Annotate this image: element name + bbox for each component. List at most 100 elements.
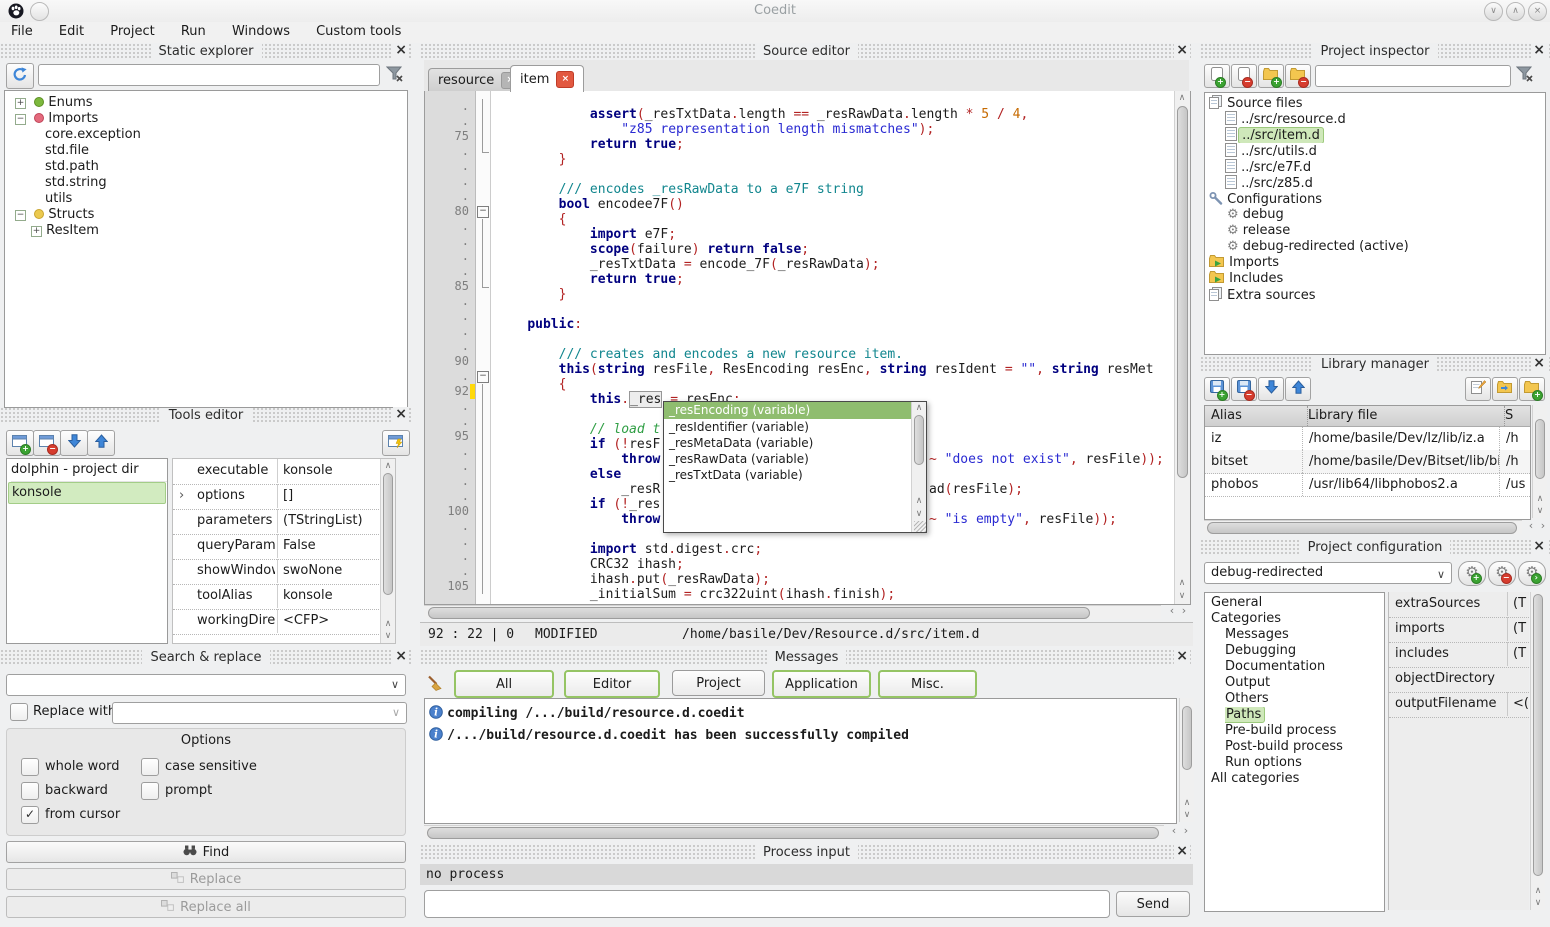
tree-item-configurations[interactable]: Configurations — [1209, 191, 1545, 207]
tree-item-structs[interactable]: − Structs — [15, 207, 407, 223]
remove-configuration-button[interactable]: ⚙− — [1488, 561, 1516, 586]
expand-icon[interactable]: + — [31, 226, 42, 237]
completion-item[interactable]: _resMetaData (variable) — [664, 435, 911, 451]
category-documentation[interactable]: Documentation — [1225, 659, 1384, 675]
close-panel-icon[interactable]: × — [1174, 43, 1190, 58]
run-tool-button[interactable] — [382, 430, 410, 456]
close-panel-icon[interactable]: × — [1174, 844, 1190, 859]
move-library-up-button[interactable] — [1285, 377, 1311, 401]
menu-run[interactable]: Run — [170, 22, 217, 39]
close-panel-icon[interactable]: × — [1531, 43, 1547, 58]
minimize-icon[interactable]: ∨ — [1484, 2, 1503, 21]
editor-hscrollbar[interactable] — [424, 605, 1161, 619]
search-term-combobox[interactable]: ∨ — [6, 674, 406, 696]
menu-file[interactable]: File — [0, 22, 44, 39]
tree-item-file[interactable]: ../src/z85.d — [1225, 175, 1545, 191]
message-row[interactable]: i /.../build/resource.d.coedit has been … — [429, 725, 909, 747]
find-button[interactable]: Find — [6, 841, 406, 863]
inspector-filter-input[interactable] — [1315, 65, 1511, 87]
scroll-thumb[interactable] — [383, 473, 393, 595]
completion-item[interactable]: _resRawData (variable) — [664, 451, 911, 467]
prop-row[interactable]: parameters(TStringList) — [173, 509, 395, 535]
symbol-filter-input[interactable] — [38, 64, 380, 86]
prop-row[interactable]: outputFilename<( — [1389, 692, 1529, 718]
move-tool-up-button[interactable] — [87, 430, 115, 456]
messages-vscrollbar[interactable]: ∧ ∨ — [1179, 698, 1194, 822]
prop-row[interactable]: queryParamFalse — [173, 534, 395, 560]
scroll-thumb[interactable] — [1535, 419, 1545, 479]
category-debugging[interactable]: Debugging — [1225, 643, 1384, 659]
replace-term-combobox[interactable]: ∨ — [112, 702, 407, 724]
close-tab-icon[interactable]: × — [556, 71, 574, 88]
prop-row[interactable]: includes(T — [1389, 642, 1529, 668]
scroll-down-icon[interactable]: ∨ — [1533, 506, 1547, 516]
scroll-right-icon[interactable]: › — [1177, 606, 1191, 616]
whole-word-checkbox[interactable] — [21, 758, 39, 776]
tree-item-extra-sources[interactable]: Extra sources — [1209, 287, 1545, 303]
collapse-icon[interactable]: − — [15, 210, 26, 221]
tree-item-core-exception[interactable]: core.exception — [45, 127, 407, 143]
completion-item[interactable]: _resTxtData (variable) — [664, 467, 911, 483]
scroll-up-icon[interactable]: ∧ — [912, 403, 926, 413]
tree-item-std-string[interactable]: std.string — [45, 175, 407, 191]
tree-item-std-file[interactable]: std.file — [45, 143, 407, 159]
filter-application-button[interactable]: Application — [772, 670, 871, 698]
scroll-thumb[interactable] — [1177, 106, 1188, 478]
send-button[interactable]: Send — [1116, 891, 1190, 917]
resize-grip-icon[interactable] — [914, 521, 926, 532]
filter-all-button[interactable]: All — [454, 670, 554, 698]
close-icon[interactable]: × — [1528, 2, 1547, 21]
process-stdin-input[interactable] — [424, 890, 1110, 918]
prop-row[interactable]: toolAliaskonsole — [173, 584, 395, 610]
remove-library-button[interactable]: − — [1231, 377, 1257, 401]
tree-item-enums[interactable]: + Enums — [15, 95, 407, 111]
tree-item-file[interactable]: ../src/e7F.d — [1225, 159, 1545, 175]
menu-windows[interactable]: Windows — [221, 22, 301, 39]
tree-item-file[interactable]: ../src/resource.d — [1225, 111, 1545, 127]
completion-vscrollbar[interactable]: ∧ ∧ ∨ — [911, 402, 926, 532]
replace-all-button[interactable]: Replace all — [6, 896, 406, 918]
filter-project-button[interactable]: Project — [672, 670, 765, 696]
grid-vscrollbar[interactable]: ∧ ∧ ∨ — [380, 459, 395, 643]
menu-project[interactable]: Project — [99, 22, 165, 39]
tool-item-dolphin[interactable]: dolphin - project dir — [11, 459, 167, 482]
scroll-thumb[interactable] — [427, 827, 1159, 839]
prop-row[interactable]: objectDirectory — [1389, 667, 1529, 693]
scroll-thumb[interactable] — [1207, 522, 1517, 534]
config-vscrollbar[interactable]: ∧ ∨ — [1530, 592, 1545, 910]
scroll-up-icon[interactable]: ∧ — [1533, 494, 1547, 504]
scroll-up-icon[interactable]: ∧ — [381, 461, 395, 471]
add-configuration-button[interactable]: ⚙+ — [1458, 561, 1486, 586]
category-categories[interactable]: Categories — [1211, 611, 1384, 627]
close-panel-icon[interactable]: × — [1531, 539, 1547, 554]
tree-item-file[interactable]: ../src/utils.d — [1225, 143, 1545, 159]
scroll-right-icon[interactable]: › — [1536, 521, 1550, 531]
tree-item-config[interactable]: ⚙ release — [1227, 223, 1545, 239]
clear-filter-icon[interactable] — [386, 66, 404, 86]
filter-editor-button[interactable]: Editor — [564, 670, 660, 698]
tree-item-file-selected[interactable]: ../src/item.d — [1225, 127, 1545, 143]
close-panel-icon[interactable]: × — [393, 43, 409, 58]
maximize-icon[interactable]: ∧ — [1506, 2, 1525, 21]
activate-configuration-button[interactable]: ⚙› — [1518, 561, 1546, 586]
clear-filter-icon[interactable] — [1516, 66, 1534, 86]
scroll-up-icon[interactable]: ∧ — [912, 496, 926, 506]
tool-item-konsole[interactable]: konsole — [8, 482, 166, 504]
scroll-down-icon[interactable]: ∨ — [912, 509, 926, 519]
close-panel-icon[interactable]: × — [1174, 649, 1190, 664]
remove-tool-button[interactable]: − — [33, 430, 61, 456]
scroll-thumb[interactable] — [1182, 706, 1192, 770]
scroll-up-icon[interactable]: ∧ — [1175, 578, 1189, 588]
clear-messages-icon[interactable] — [426, 674, 446, 695]
message-row[interactable]: i compiling /.../build/resource.d.coedit — [429, 703, 745, 725]
refresh-button[interactable] — [6, 63, 34, 89]
prop-row[interactable]: extraSources(T — [1389, 592, 1529, 618]
scroll-up-icon[interactable]: ∧ — [1175, 93, 1189, 103]
move-library-down-button[interactable] — [1258, 377, 1284, 401]
close-panel-icon[interactable]: × — [393, 649, 409, 664]
tree-item-utils[interactable]: utils — [45, 191, 407, 207]
add-library-folder-button[interactable]: + — [1519, 377, 1545, 401]
prompt-checkbox[interactable] — [141, 782, 159, 800]
tab-item[interactable]: item × — [510, 65, 584, 92]
menu-edit[interactable]: Edit — [48, 22, 95, 39]
